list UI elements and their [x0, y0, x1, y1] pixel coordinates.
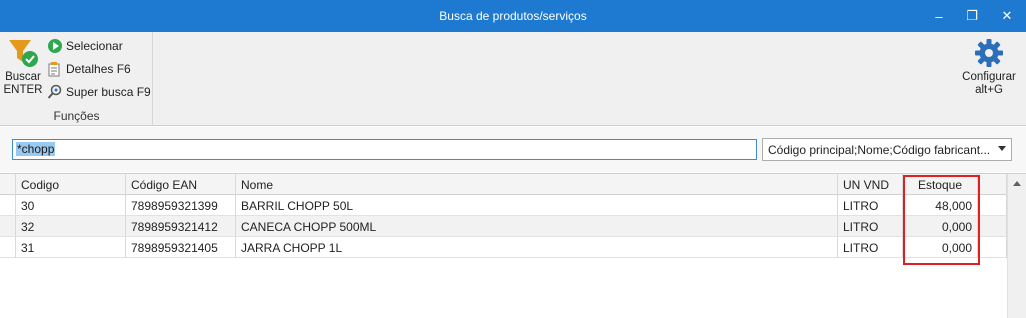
row-indicator [0, 237, 16, 258]
window-title: Busca de produtos/serviços [439, 9, 587, 23]
cell-ean: 7898959321399 [126, 195, 236, 216]
title-bar: Busca de produtos/serviços – ❐ ✕ [0, 0, 1026, 32]
column-header-nome[interactable]: Nome [236, 174, 838, 195]
select-icon [47, 38, 63, 54]
gear-icon [974, 38, 1004, 68]
row-indicator-header [0, 174, 16, 195]
search-input[interactable]: *chopp [12, 139, 757, 160]
buscar-shortcut: ENTER [3, 84, 43, 96]
search-fields-dropdown[interactable]: Código principal;Nome;Código fabricant..… [762, 138, 1012, 161]
cell-codigo: 31 [16, 237, 126, 258]
cell-nome: CANECA CHOPP 500ML [236, 216, 838, 237]
super-busca-button[interactable]: Super busca F9 [47, 82, 151, 102]
estoque-highlight-box [903, 175, 980, 265]
header-filler [978, 174, 1007, 195]
cell-codigo: 32 [16, 216, 126, 237]
cell-ean: 7898959321412 [126, 216, 236, 237]
row-filler [978, 195, 1007, 216]
ribbon-toolbar: Buscar ENTER Selecionar Detalhes F6 Supe… [0, 32, 1026, 126]
scroll-up-arrow-icon[interactable] [1013, 181, 1021, 186]
vertical-scrollbar[interactable] [1007, 174, 1026, 318]
detalhes-button[interactable]: Detalhes F6 [47, 59, 131, 79]
super-busca-label: Super busca F9 [66, 85, 151, 99]
row-indicator [0, 216, 16, 237]
group-label-funcoes: Funções [53, 109, 100, 123]
details-icon [47, 61, 63, 77]
detalhes-label: Detalhes F6 [66, 62, 131, 76]
selecionar-button[interactable]: Selecionar [47, 36, 123, 56]
selecionar-label: Selecionar [66, 39, 123, 53]
search-input-value: *chopp [16, 142, 56, 156]
table-row[interactable]: 31 7898959321405 JARRA CHOPP 1L LITRO 0,… [0, 237, 1007, 258]
functions-group: Buscar ENTER Selecionar Detalhes F6 Supe… [0, 32, 153, 126]
minimize-button[interactable]: – [922, 0, 956, 32]
restore-button[interactable]: ❐ [955, 0, 989, 32]
search-fields-value: Código principal;Nome;Código fabricant..… [768, 143, 991, 157]
column-header-un-vnd[interactable]: UN VND [838, 174, 903, 195]
cell-ean: 7898959321405 [126, 237, 236, 258]
column-header-ean[interactable]: Código EAN [126, 174, 236, 195]
cell-codigo: 30 [16, 195, 126, 216]
table-row[interactable]: 32 7898959321412 CANECA CHOPP 500ML LITR… [0, 216, 1007, 237]
cell-nome: JARRA CHOPP 1L [236, 237, 838, 258]
row-filler [978, 216, 1007, 237]
close-button[interactable]: ✕ [990, 0, 1024, 32]
search-icon [47, 84, 63, 100]
table-row[interactable]: 30 7898959321399 BARRIL CHOPP 50L LITRO … [0, 195, 1007, 216]
buscar-label: Buscar [5, 71, 41, 83]
cell-un-vnd: LITRO [838, 237, 903, 258]
grid-header: Codigo Código EAN Nome UN VND Estoque [0, 174, 1007, 195]
filter-check-icon [7, 38, 39, 68]
buscar-button[interactable]: Buscar ENTER [3, 38, 43, 102]
column-header-codigo[interactable]: Codigo [16, 174, 126, 195]
row-indicator [0, 195, 16, 216]
chevron-down-icon [998, 146, 1006, 151]
cell-un-vnd: LITRO [838, 216, 903, 237]
results-grid: Codigo Código EAN Nome UN VND Estoque 30… [0, 173, 1026, 318]
cell-nome: BARRIL CHOPP 50L [236, 195, 838, 216]
configurar-shortcut: alt+G [975, 84, 1003, 96]
configurar-button[interactable]: Configurar alt+G [955, 38, 1023, 97]
configurar-label: Configurar [962, 71, 1016, 83]
row-filler [978, 237, 1007, 258]
cell-un-vnd: LITRO [838, 195, 903, 216]
